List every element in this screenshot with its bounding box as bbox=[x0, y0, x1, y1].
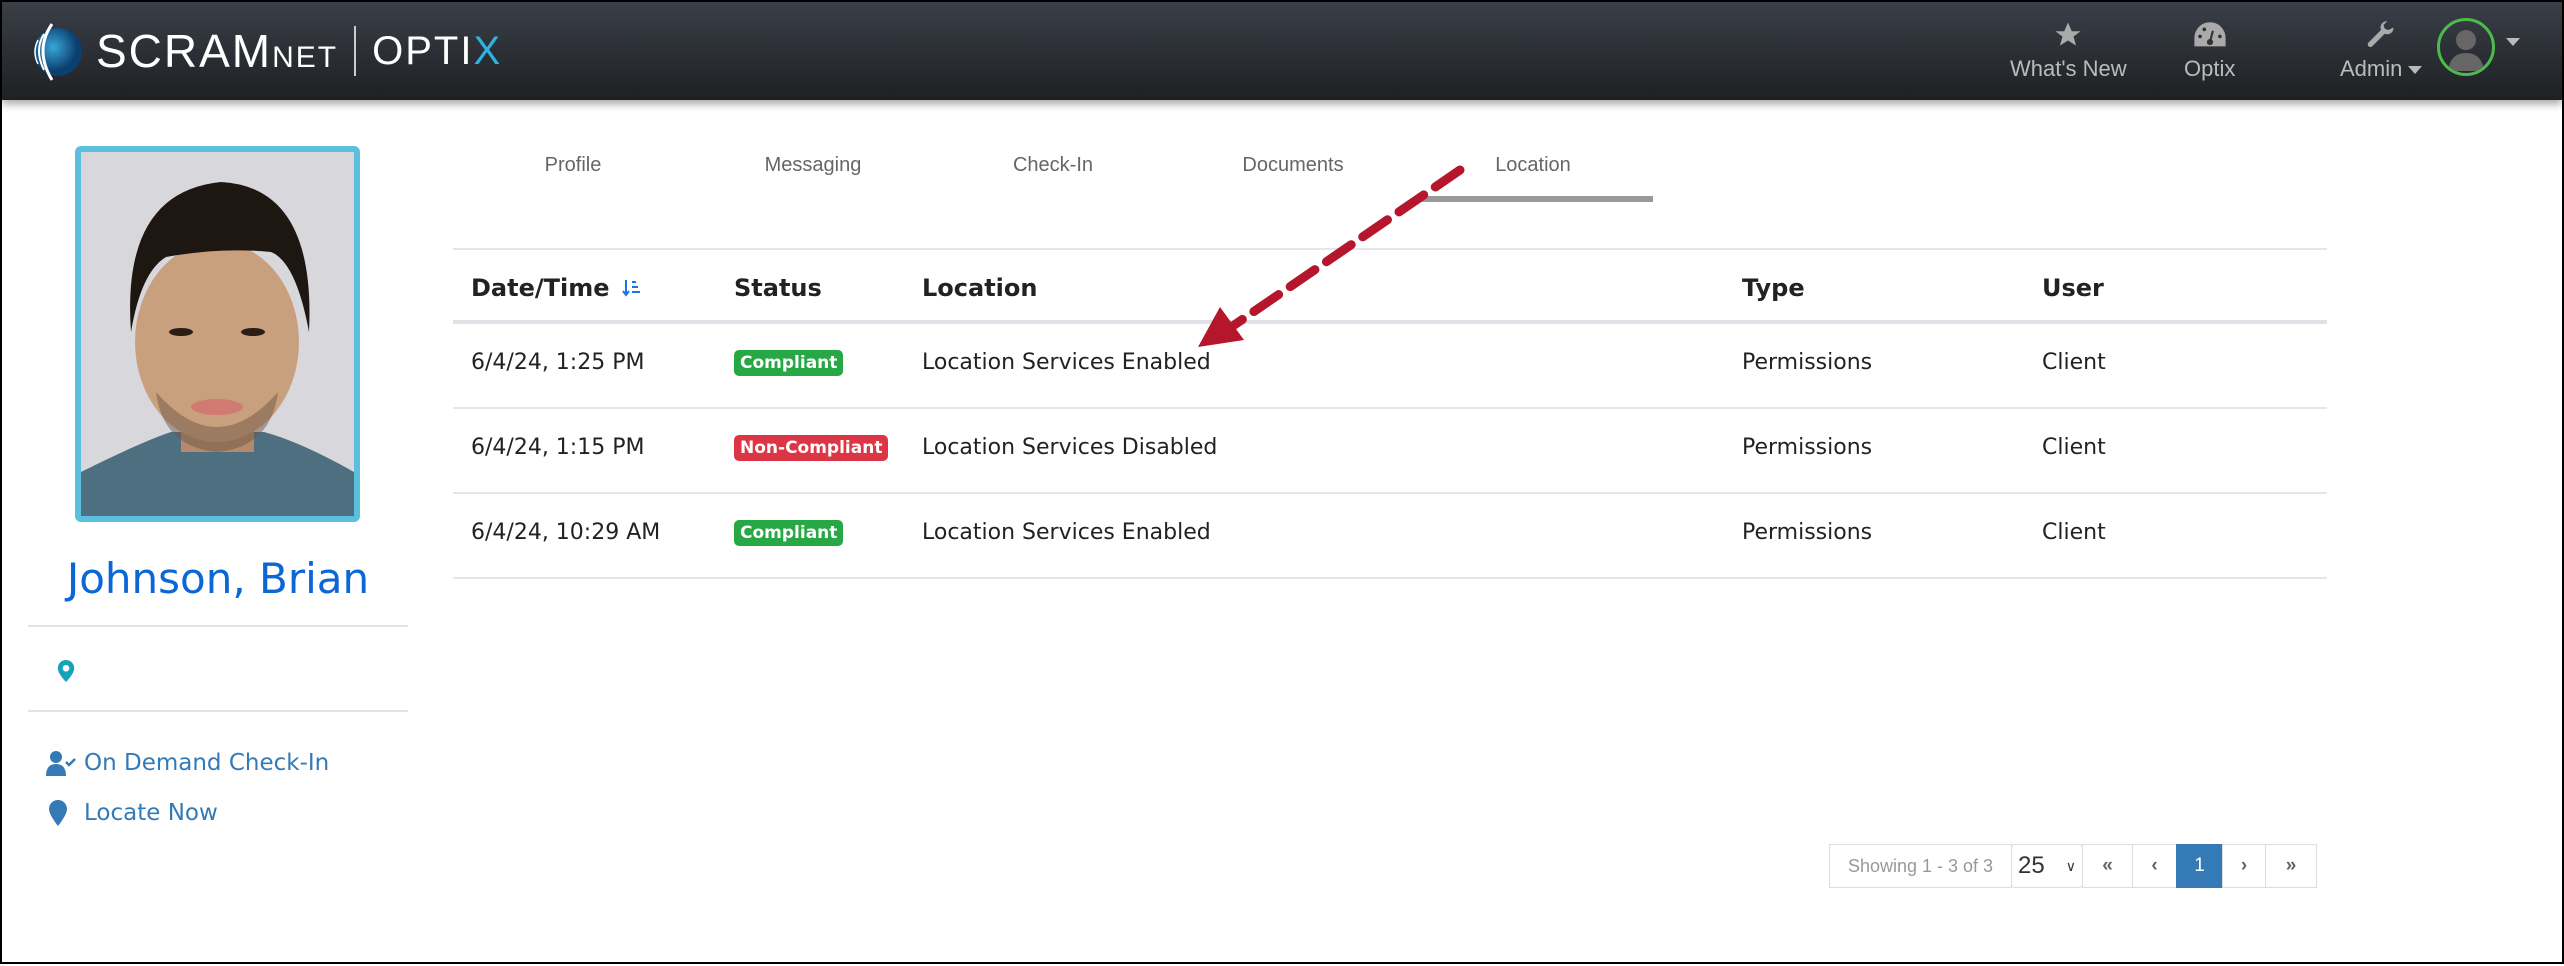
annotation-arrow bbox=[1198, 165, 1465, 347]
